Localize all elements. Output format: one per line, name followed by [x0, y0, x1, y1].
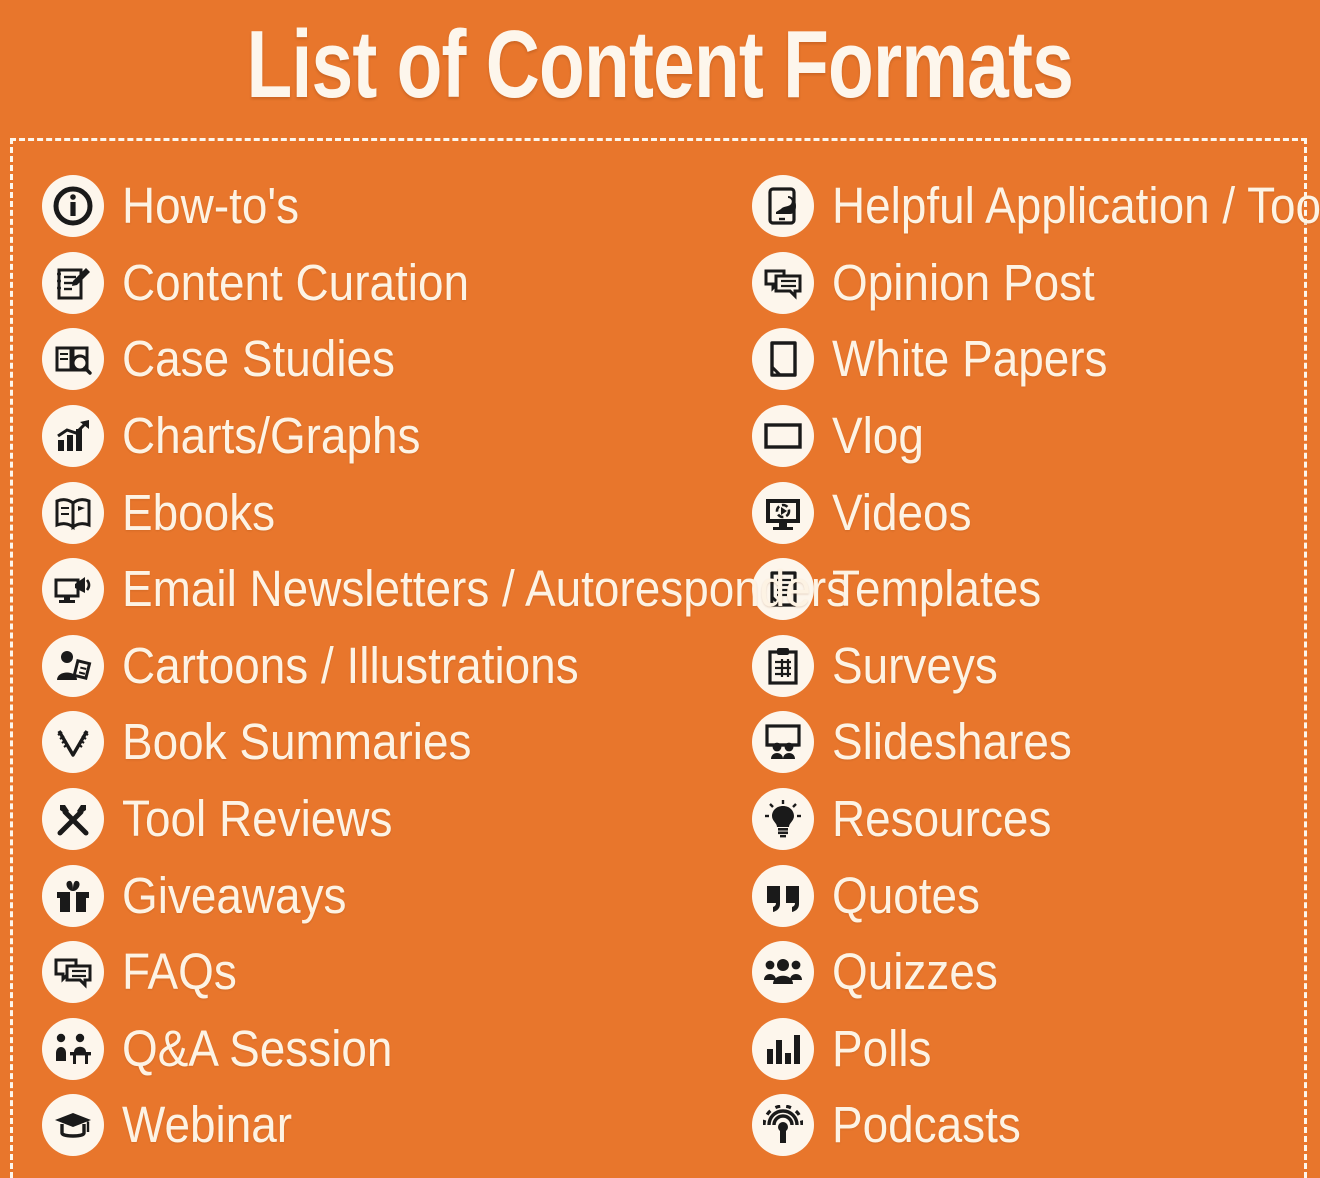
right-column: Helpful Application / Tool Opinion Post Wh… — [740, 168, 1320, 1164]
left-column: How-to's Content Curation Case Studies Char… — [0, 168, 849, 1164]
format-label: Tool Reviews — [122, 790, 393, 848]
laurel-wreath-icon — [42, 711, 104, 774]
list-item: Tool Reviews — [42, 781, 740, 858]
list-item: Case Studies — [42, 321, 740, 398]
format-label: Resources — [832, 790, 1052, 848]
list-item: Charts/Graphs — [42, 398, 740, 475]
quotation-marks-icon — [752, 864, 814, 927]
list-item: Resources — [752, 781, 1300, 858]
gift-box-icon — [42, 864, 104, 927]
format-label: Videos — [832, 483, 972, 541]
list-item: Videos — [752, 474, 1300, 551]
list-item: Webinar — [42, 1087, 740, 1164]
list-item: Surveys — [752, 628, 1300, 705]
format-label: Case Studies — [122, 330, 396, 388]
bar-chart-icon — [752, 1017, 814, 1080]
page-title: List of Content Formats — [246, 11, 1074, 118]
list-item: Podcasts — [752, 1087, 1300, 1164]
format-label: Webinar — [122, 1096, 293, 1154]
bar-chart-arrow-icon — [42, 405, 104, 468]
list-item: Content Curation — [42, 245, 740, 322]
lightbulb-icon — [752, 788, 814, 851]
list-item: Book Summaries — [42, 704, 740, 781]
list-item: Email Newsletters / Autoresponders — [42, 551, 849, 628]
list-item: Vlog — [752, 398, 1300, 475]
format-label: Ebooks — [122, 483, 276, 541]
podcast-broadcast-icon — [752, 1094, 814, 1157]
person-drawing-icon — [42, 634, 104, 697]
format-label: Email Newsletters / Autoresponders — [122, 560, 850, 618]
format-label: How-to's — [122, 177, 300, 235]
format-label: Charts/Graphs — [122, 407, 421, 465]
list-item: Templates — [752, 551, 1300, 628]
screen-rectangle-icon — [752, 405, 814, 468]
list-item: Giveaways — [42, 857, 740, 934]
format-columns: How-to's Content Curation Case Studies Char… — [0, 168, 1320, 1164]
format-label: Quizzes — [832, 943, 998, 1001]
format-label: Content Curation — [122, 253, 470, 311]
format-label: Giveaways — [122, 866, 347, 924]
people-group-icon — [752, 941, 814, 1004]
format-label: FAQs — [122, 943, 237, 1001]
title-bar: List of Content Formats — [0, 0, 1320, 130]
list-item: Slideshares — [752, 704, 1300, 781]
format-label: Opinion Post — [832, 253, 1095, 311]
format-label: Q&A Session — [122, 1019, 393, 1077]
format-label: Helpful Application / Tool — [832, 177, 1320, 235]
list-item: White Papers — [752, 321, 1300, 398]
graduation-cap-icon — [42, 1094, 104, 1157]
interview-desk-icon — [42, 1017, 104, 1080]
list-item: Helpful Application / Tool — [752, 168, 1320, 245]
list-item: Ebooks — [42, 474, 740, 551]
open-book-icon — [42, 481, 104, 544]
chat-bubbles-icon — [752, 251, 814, 314]
list-item: How-to's — [42, 168, 740, 245]
list-item: Cartoons / Illustrations — [42, 628, 740, 705]
list-item: Quizzes — [752, 934, 1300, 1011]
document-folded-icon — [752, 328, 814, 391]
monitor-megaphone-icon — [42, 558, 104, 621]
format-label: Slideshares — [832, 713, 1072, 771]
list-item: Polls — [752, 1011, 1300, 1088]
list-item: Quotes — [752, 857, 1300, 934]
info-circle-icon — [42, 175, 104, 238]
format-label: Cartoons / Illustrations — [122, 636, 579, 694]
format-label: Podcasts — [832, 1096, 1021, 1154]
format-label: Vlog — [832, 407, 924, 465]
list-item: Opinion Post — [752, 245, 1300, 322]
clipboard-grid-icon — [752, 634, 814, 697]
speech-bubbles-icon — [42, 941, 104, 1004]
smartphone-app-icon — [752, 175, 814, 238]
list-item: FAQs — [42, 934, 740, 1011]
format-label: Book Summaries — [122, 713, 472, 771]
format-label: Surveys — [832, 636, 998, 694]
format-label: Templates — [832, 560, 1042, 618]
infographic-root: List of Content Formats How-to's Content … — [0, 0, 1320, 1178]
format-label: Polls — [832, 1019, 932, 1077]
presentation-people-icon — [752, 711, 814, 774]
wrench-screwdriver-icon — [42, 788, 104, 851]
format-label: Quotes — [832, 866, 980, 924]
monitor-play-icon — [752, 481, 814, 544]
format-label: White Papers — [832, 330, 1108, 388]
book-magnifier-icon — [42, 328, 104, 391]
list-item: Q&A Session — [42, 1011, 740, 1088]
notepad-pencil-icon — [42, 251, 104, 314]
